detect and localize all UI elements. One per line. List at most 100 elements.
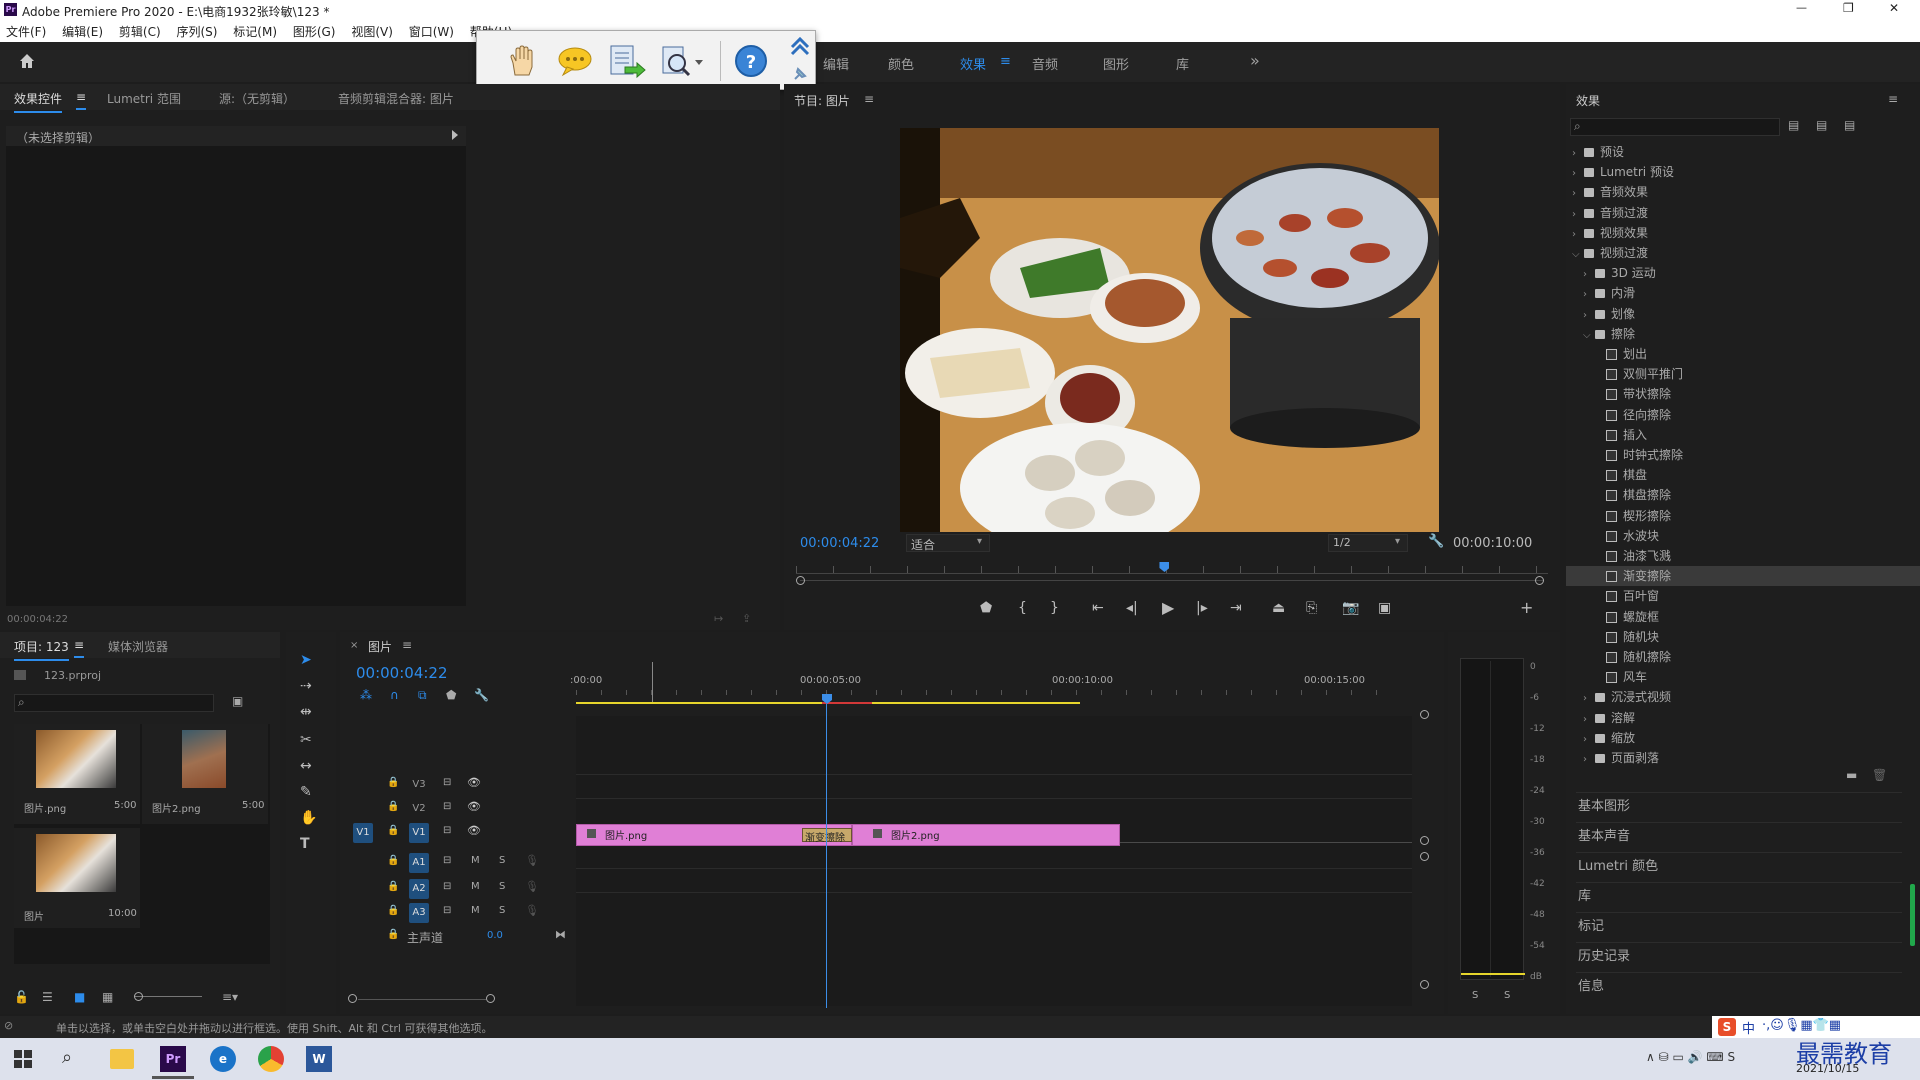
- resolution-dropdown[interactable]: 1/2 ▾: [1328, 534, 1408, 552]
- wrench-icon[interactable]: 🔧: [1428, 534, 1444, 549]
- track-header-v1[interactable]: V1 🔒 V1 ⊟ 👁: [343, 822, 573, 844]
- timeline-timecode[interactable]: 00:00:04:22: [356, 664, 448, 682]
- pen-tool-icon[interactable]: ✎: [300, 784, 312, 800]
- effects-search-input[interactable]: ⌕: [1570, 118, 1780, 136]
- master-track-value[interactable]: 0.0: [487, 930, 503, 941]
- effects-folder[interactable]: › 页面剥落: [1566, 748, 1920, 768]
- panel-lumetri-color[interactable]: Lumetri 颜色: [1576, 852, 1902, 880]
- compare-icon[interactable]: ▣: [1378, 600, 1391, 616]
- chevron-right-icon[interactable]: ›: [1583, 265, 1595, 285]
- marker-icon[interactable]: ⬟: [446, 688, 456, 702]
- maximize-button[interactable]: ❐: [1843, 1, 1854, 15]
- go-to-in-icon[interactable]: ⇤: [1092, 600, 1104, 616]
- effects-folder[interactable]: › 3D 运动: [1566, 263, 1920, 283]
- solo-button[interactable]: S: [499, 881, 505, 892]
- lift-icon[interactable]: ⏏: [1272, 600, 1285, 616]
- track-select-tool-icon[interactable]: ⇢: [300, 678, 312, 694]
- play-triangle-icon[interactable]: [452, 130, 458, 140]
- workspace-tab-audio[interactable]: 音频: [1032, 54, 1058, 73]
- solo-button[interactable]: S: [499, 905, 505, 916]
- panel-essential-sound[interactable]: 基本声音: [1576, 822, 1902, 850]
- panel-scrollbar[interactable]: [1910, 884, 1915, 946]
- zoom-handle-left[interactable]: [796, 576, 805, 585]
- lock-icon[interactable]: 🔓: [14, 990, 29, 1004]
- lock-icon[interactable]: 🔒: [387, 801, 399, 812]
- icon-view-icon[interactable]: ■: [74, 990, 85, 1004]
- menu-sequence[interactable]: 序列(S): [170, 20, 223, 43]
- lock-icon[interactable]: 🔒: [387, 825, 399, 836]
- panel-libraries[interactable]: 库: [1576, 882, 1902, 910]
- effect-item[interactable]: 径向擦除: [1566, 405, 1920, 425]
- project-item[interactable]: 图片 10:00: [14, 828, 140, 928]
- program-current-timecode[interactable]: 00:00:04:22: [800, 536, 879, 551]
- chevron-right-icon[interactable]: ›: [1583, 306, 1595, 326]
- mark-in-icon[interactable]: {: [1018, 600, 1027, 616]
- go-to-out-icon[interactable]: ⇥: [1230, 600, 1242, 616]
- fit-dropdown[interactable]: 适合 ▾: [906, 534, 990, 552]
- timeline-close-icon[interactable]: ×: [350, 640, 358, 651]
- timeline-vscroll-handle[interactable]: [1420, 980, 1429, 989]
- chevron-right-icon[interactable]: ›: [1583, 689, 1595, 709]
- timeline-vscroll-handle[interactable]: [1420, 852, 1429, 861]
- effects-folder[interactable]: ⌵ 视频过渡: [1566, 243, 1920, 263]
- sync-icon[interactable]: ⊟: [443, 855, 451, 866]
- explorer-icon[interactable]: [110, 1049, 134, 1069]
- camera-icon[interactable]: 📷: [1342, 600, 1359, 616]
- effects-folder[interactable]: › 音频过渡: [1566, 203, 1920, 223]
- effect-item[interactable]: 螺旋框: [1566, 607, 1920, 627]
- solo-right-button[interactable]: S: [1504, 990, 1510, 1001]
- menu-file[interactable]: 文件(F): [0, 20, 52, 43]
- add-button-icon[interactable]: +: [1520, 598, 1533, 617]
- edge-icon[interactable]: e: [210, 1046, 236, 1072]
- new-bin-icon[interactable]: ▣: [232, 694, 243, 708]
- chevron-down-icon[interactable]: ⌵: [1583, 326, 1595, 346]
- effects-panel-menu-icon[interactable]: ≡: [1888, 92, 1898, 106]
- solo-left-button[interactable]: S: [1472, 990, 1478, 1001]
- workspace-tab-color[interactable]: 颜色: [888, 54, 914, 73]
- effect-item[interactable]: 楔形擦除: [1566, 506, 1920, 526]
- chevron-right-icon[interactable]: ›: [1583, 710, 1595, 730]
- new-folder-icon[interactable]: ▬: [1846, 768, 1857, 782]
- chevron-right-icon[interactable]: ›: [1583, 750, 1595, 770]
- effect-item[interactable]: 水波块: [1566, 526, 1920, 546]
- mic-icon[interactable]: 🎙: [525, 904, 539, 917]
- workspace-menu-icon[interactable]: ≡: [1000, 54, 1011, 69]
- effect-item[interactable]: 带状擦除: [1566, 384, 1920, 404]
- lock-icon[interactable]: 🔒: [387, 905, 399, 916]
- timeline-scroll-handle-right[interactable]: [486, 994, 495, 1003]
- effect-item[interactable]: 时钟式擦除: [1566, 445, 1920, 465]
- slip-tool-icon[interactable]: ↔: [300, 758, 312, 774]
- program-zoom-bar[interactable]: [800, 580, 1544, 581]
- chevron-right-icon[interactable]: ›: [1572, 205, 1584, 225]
- clip[interactable]: 图片2.png: [852, 824, 1120, 846]
- zoom-search-icon[interactable]: [659, 43, 705, 79]
- sync-icon[interactable]: ⊟: [443, 801, 451, 812]
- panel-history[interactable]: 历史记录: [1576, 942, 1902, 970]
- panel-essential-graphics[interactable]: 基本图形: [1576, 792, 1902, 820]
- word-icon[interactable]: W: [306, 1046, 332, 1072]
- close-button[interactable]: ✕: [1889, 1, 1899, 15]
- effects-folder[interactable]: › 沉浸式视频: [1566, 687, 1920, 707]
- sync-icon[interactable]: ⊟: [443, 881, 451, 892]
- track-header-v2[interactable]: 🔒 V2 ⊟ 👁: [343, 798, 573, 820]
- lock-icon[interactable]: 🔒: [387, 881, 399, 892]
- effect-item[interactable]: 棋盘: [1566, 465, 1920, 485]
- effect-item[interactable]: 渐变擦除: [1566, 566, 1920, 587]
- premiere-icon[interactable]: Pr: [160, 1046, 186, 1072]
- track-header-master[interactable]: 🔒 主声道 0.0 ⧓: [343, 926, 573, 948]
- yuv-effects-icon[interactable]: ▤: [1844, 118, 1855, 132]
- effects-folder[interactable]: › 预设: [1566, 142, 1920, 162]
- eye-icon[interactable]: 👁: [467, 776, 481, 789]
- tab-source[interactable]: 源:（无剪辑）: [219, 90, 295, 107]
- type-tool-icon[interactable]: T: [300, 836, 310, 852]
- hand-tool-icon[interactable]: ✋: [300, 810, 317, 826]
- export-frame-icon[interactable]: ↦: [714, 612, 723, 625]
- ime-tools-icon[interactable]: ·,☺🎙▦👕▦: [1762, 1018, 1841, 1033]
- snap-icon[interactable]: ∩: [390, 688, 399, 702]
- nest-icon[interactable]: ⁂: [360, 688, 372, 702]
- razor-tool-icon[interactable]: ✂: [300, 732, 312, 748]
- add-marker-icon[interactable]: ⬟: [980, 600, 992, 616]
- track-header-v3[interactable]: 🔒 V3 ⊟ 👁: [343, 774, 573, 796]
- ripple-edit-tool-icon[interactable]: ⇹: [300, 704, 312, 720]
- menu-edit[interactable]: 编辑(E): [56, 20, 109, 43]
